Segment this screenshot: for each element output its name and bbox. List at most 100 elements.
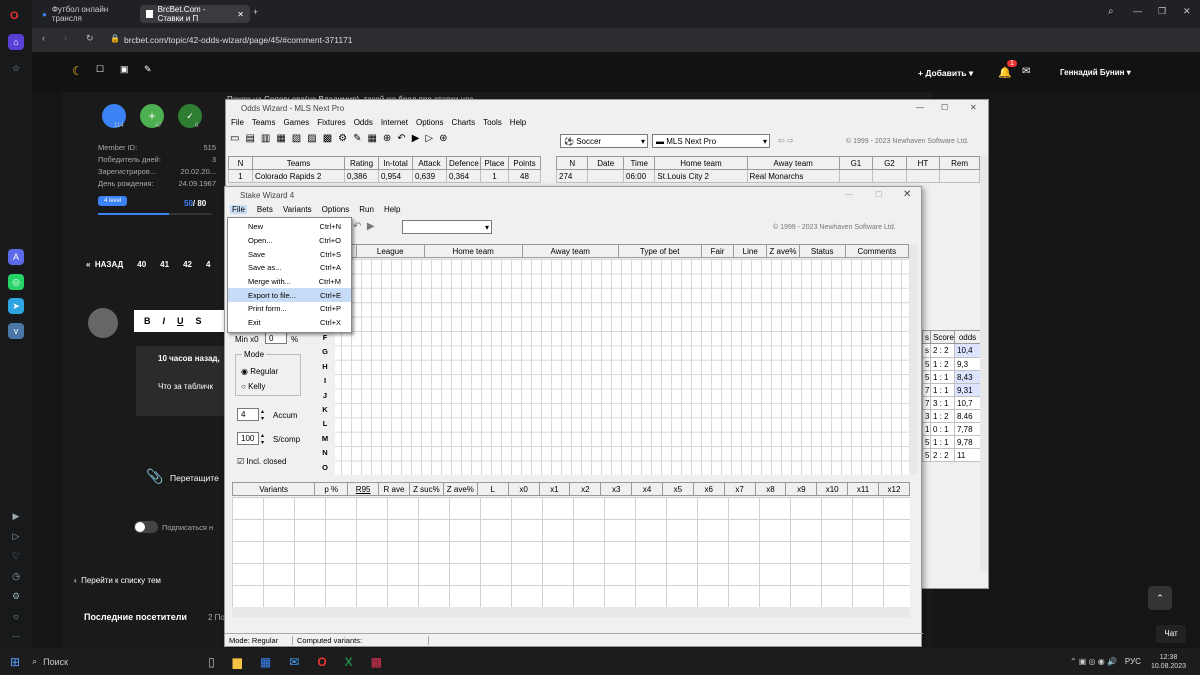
col-header[interactable]: Points [508,156,541,170]
col-header[interactable]: Comments [844,244,910,258]
bell-icon[interactable]: 🔔 [998,66,1012,79]
menu-item-new[interactable]: New Ctrl+N [228,220,351,234]
odds-wizard-icon[interactable]: ▩ [371,655,382,669]
prev-page-link[interactable]: « НАЗАД [86,260,123,269]
search-box[interactable]: ⌕ Поиск [32,652,202,672]
row-letter[interactable]: H [315,360,335,374]
table-row[interactable]: 52 : 2 11 [922,448,981,462]
h-scrollbar[interactable] [232,607,910,617]
task-view-icon[interactable]: ▯ [208,655,215,669]
accum-stepper[interactable]: 4 [237,408,259,421]
menu-options[interactable]: Options [322,205,350,214]
row-letter[interactable]: F [315,331,335,345]
avatar[interactable] [88,308,118,338]
col-header[interactable]: Home team [654,156,748,170]
table-row[interactable]: 51 : 2 9,3 [922,357,981,371]
col-header[interactable]: Home team [423,244,523,258]
table-row[interactable]: 10 : 1 7,78 [922,422,981,436]
menu-help[interactable]: Help [384,205,400,214]
scrollbar[interactable] [980,156,988,570]
spin-icon[interactable]: ▴ ▾ [261,408,264,422]
col-header[interactable]: x7 [723,482,756,496]
back-to-list-link[interactable]: ‹ Перейти к списку тем [74,576,161,585]
settings-icon[interactable]: ⚙ [8,588,24,604]
close-icon[interactable]: ✕ [903,189,911,200]
row-letter[interactable]: L [315,417,335,431]
tab-football[interactable]: ● Футбол онлайн трансля [36,5,136,23]
col-header[interactable]: Status [798,244,846,258]
menu-file[interactable]: File [231,118,244,127]
menu-item-save-as[interactable]: Save as... Ctrl+A [228,261,351,275]
table-row[interactable]: 274 06:00 St.Louis City 2 Real Monarchs [555,169,980,183]
col-header[interactable]: s [922,330,931,344]
col-header[interactable]: Date [587,156,624,170]
col-header[interactable]: Defence [446,156,481,170]
menu-item-exit[interactable]: Exit Ctrl+X [228,316,351,330]
menu-item-open[interactable]: Open... Ctrl+O [228,234,351,248]
col-header[interactable]: x5 [661,482,694,496]
toolbar-icons[interactable]: ▭▤▥▦▧▨▩⚙✎▦⊕↶▶▷⊛ [230,133,453,144]
col-header[interactable]: Away team [746,156,840,170]
brush-icon[interactable]: ✎ [144,64,152,75]
excel-icon[interactable]: X [345,655,353,669]
col-header[interactable]: Away team [521,244,619,258]
new-tab-icon[interactable]: + [253,7,258,17]
col-header[interactable]: Rating [344,156,379,170]
close-icon[interactable]: ✕ [237,10,244,19]
table-row[interactable]: 71 : 1 9,31 [922,383,981,397]
aria-icon[interactable]: A [8,249,24,265]
table-row[interactable]: 73 : 1 10,7 [922,396,981,410]
image-icon[interactable]: ▣ [120,64,129,75]
col-header[interactable]: Z ave% [766,244,800,258]
tray-icons[interactable]: ⌃ ▣ ◎ ◉ 🔊 [1070,657,1117,666]
star-icon[interactable]: ☆ [8,60,24,76]
col-header[interactable]: p % [314,482,349,496]
paperclip-icon[interactable]: 📎 [146,468,163,485]
menu-file[interactable]: File [230,205,247,214]
history-icon[interactable]: ◷ [8,568,24,584]
row-letter[interactable]: I [315,374,335,388]
url-field[interactable]: brcbet.com/topic/42-odds-wizard/page/45/… [124,35,353,45]
radio-kelly[interactable]: ○ Kelly [241,382,265,391]
variants-grid[interactable] [232,497,910,607]
heart-icon[interactable]: ♡ [8,548,24,564]
maximize-icon[interactable]: ❐ [1158,6,1166,17]
more-icon[interactable]: … [8,626,24,642]
col-header[interactable]: x2 [569,482,602,496]
menu-teams[interactable]: Teams [252,118,276,127]
stake-select[interactable]: ▾ [402,220,492,234]
bets-grid[interactable] [321,259,909,475]
col-header[interactable]: Z ave% [442,482,478,496]
page-link[interactable]: 42 [183,260,192,269]
maximize-icon[interactable]: ☐ [941,103,948,112]
col-header[interactable]: x12 [877,482,911,496]
row-letter[interactable]: N [315,446,335,460]
col-header[interactable]: x1 [538,482,571,496]
spin-icon[interactable]: ▴ ▾ [261,432,264,446]
col-header[interactable]: x3 [600,482,633,496]
check-icon[interactable]: ✓ [178,104,202,128]
explorer-icon[interactable]: ▆ [233,655,242,669]
send-icon[interactable]: ▷ [8,528,24,544]
col-header[interactable]: odds [954,330,981,344]
row-letter[interactable]: G [315,345,335,359]
minimize-icon[interactable]: — [916,103,924,112]
col-header[interactable]: G2 [872,156,907,170]
bold-icon[interactable]: B [144,316,151,326]
col-header[interactable]: Teams [252,156,345,170]
col-header[interactable]: Time [622,156,656,170]
col-header[interactable]: Type of bet [617,244,702,258]
menu-bets[interactable]: Bets [257,205,273,214]
bulb-icon[interactable]: ☼ [8,608,24,624]
col-header[interactable]: Fair [700,244,735,258]
minimize-icon[interactable]: — [1133,6,1142,16]
scroll-top-button[interactable]: ⌃ [1148,586,1172,610]
underline-icon[interactable]: U [177,316,184,326]
player-icon[interactable]: ▶ [8,508,24,524]
italic-icon[interactable]: I [163,316,166,326]
league-select[interactable]: ▬ MLS Next Pro ▾ [652,134,770,148]
whatsapp-icon[interactable]: ◎ [8,274,24,290]
menu-item-merge[interactable]: Merge with... Ctrl+M [228,275,351,289]
col-header[interactable]: x11 [847,482,879,496]
col-header[interactable]: In-total [378,156,413,170]
